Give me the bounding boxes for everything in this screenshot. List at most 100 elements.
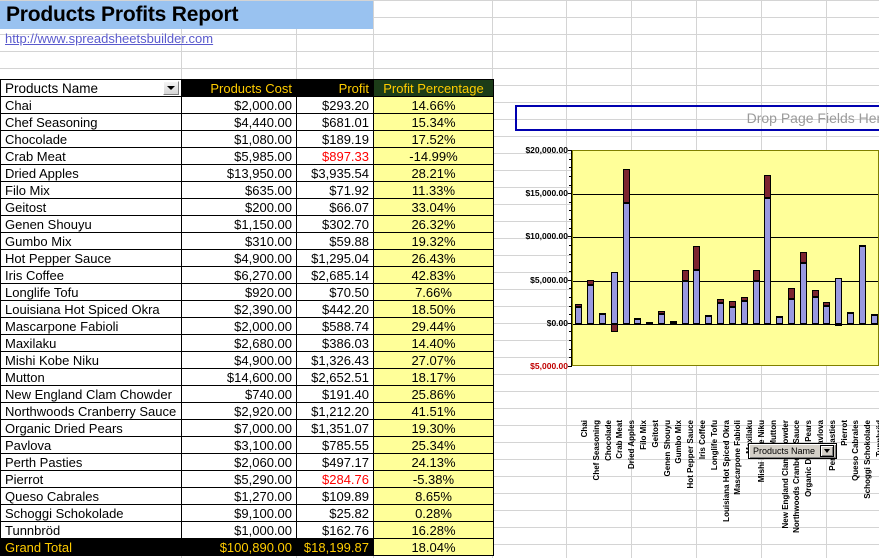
chart-bar-group[interactable] bbox=[811, 151, 819, 365]
column-header-profit[interactable]: Profit bbox=[296, 79, 374, 97]
chart-bar-group[interactable] bbox=[740, 151, 748, 365]
chart-bar-group[interactable] bbox=[728, 151, 736, 365]
table-row: Chef Seasoning $4,440.00 $681.01 15.34% bbox=[0, 113, 494, 131]
table-row: Dried Apples $13,950.00 $3,935.54 28.21% bbox=[0, 164, 494, 182]
cell-product-name: Geitost bbox=[0, 198, 182, 216]
cell-profit: $442.20 bbox=[296, 300, 374, 318]
column-header-profit-percentage[interactable]: Profit Percentage bbox=[373, 79, 494, 97]
chart-bar-group[interactable] bbox=[669, 151, 677, 365]
table-row: Perth Pasties $2,060.00 $497.17 24.13% bbox=[0, 453, 494, 471]
chart-bar-profit bbox=[587, 279, 595, 286]
chart-gridline bbox=[573, 237, 878, 239]
chart-x-tick-label: Schoggi Schokolade bbox=[863, 420, 873, 499]
chart-bar-group[interactable] bbox=[681, 151, 689, 365]
chart-x-tick-label: Chocolade bbox=[603, 420, 613, 461]
chart-bar-group[interactable] bbox=[835, 151, 843, 365]
cell-product-name: Maxilaku bbox=[0, 334, 182, 352]
column-header-products-cost[interactable]: Products Cost bbox=[181, 79, 297, 97]
grand-total-profit: $18,199.87 bbox=[296, 538, 374, 556]
website-link[interactable]: http://www.spreadsheetsbuilder.com bbox=[5, 30, 305, 47]
cell-profit-percentage: 19.30% bbox=[373, 419, 494, 437]
chart-bar-cost bbox=[728, 306, 736, 324]
cell-product-name: Mishi Kobe Niku bbox=[0, 351, 182, 369]
cell-profit: $2,652.51 bbox=[296, 368, 374, 386]
chart-bar-group[interactable] bbox=[858, 151, 866, 365]
table-row: Hot Pepper Sauce $4,900.00 $1,295.04 26.43% bbox=[0, 249, 494, 267]
chart-bar-group[interactable] bbox=[587, 151, 595, 365]
chart-bar-group[interactable] bbox=[634, 151, 642, 365]
cell-profit: $1,295.04 bbox=[296, 249, 374, 267]
table-row: Schoggi Schokolade $9,100.00 $25.82 0.28% bbox=[0, 504, 494, 522]
table-row: Louisiana Hot Spiced Okra $2,390.00 $442.2… bbox=[0, 300, 494, 318]
chart-y-tick-label: $20,000.00 bbox=[525, 145, 568, 155]
cell-profit: $497.17 bbox=[296, 453, 374, 471]
chart-bar-group[interactable] bbox=[693, 151, 701, 365]
cell-product-name: Northwoods Cranberry Sauce bbox=[0, 402, 182, 420]
chart-bar-group[interactable] bbox=[870, 151, 878, 365]
chart-bar-profit bbox=[740, 297, 748, 301]
chart-x-tick-label: Filo Mix bbox=[638, 420, 648, 450]
cell-profit: $1,212.20 bbox=[296, 402, 374, 420]
cell-product-cost: $4,440.00 bbox=[181, 113, 297, 131]
chart-x-tick-label: Louisiana Hot Spiced Okra bbox=[721, 420, 731, 522]
chart-bar-group[interactable] bbox=[646, 151, 654, 365]
chart-x-tick-label: Longlife Tofu bbox=[709, 420, 719, 471]
cell-product-cost: $740.00 bbox=[181, 385, 297, 403]
cell-profit: $25.82 bbox=[296, 504, 374, 522]
chart-bar-profit bbox=[575, 303, 583, 307]
chart-bar-group[interactable] bbox=[610, 151, 618, 365]
chart-bar-cost bbox=[717, 303, 725, 324]
chart-bar-profit bbox=[787, 288, 795, 299]
chart-bar-cost bbox=[587, 285, 595, 324]
table-row: Geitost $200.00 $66.07 33.04% bbox=[0, 198, 494, 216]
chart-bar-group[interactable] bbox=[799, 151, 807, 365]
chart-bar-group[interactable] bbox=[787, 151, 795, 365]
cell-product-cost: $13,950.00 bbox=[181, 164, 297, 182]
cell-profit: $162.76 bbox=[296, 521, 374, 539]
chart-gridline bbox=[573, 323, 878, 325]
chart-bar-profit bbox=[705, 315, 713, 318]
chevron-down-icon[interactable] bbox=[820, 445, 835, 457]
cell-product-name: Organic Dried Pears bbox=[0, 419, 182, 437]
cell-product-name: Louisiana Hot Spiced Okra bbox=[0, 300, 182, 318]
chart-bar-group[interactable] bbox=[752, 151, 760, 365]
cell-profit: $109.89 bbox=[296, 487, 374, 505]
cell-profit: $66.07 bbox=[296, 198, 374, 216]
cell-profit: $785.55 bbox=[296, 436, 374, 454]
chart-bar-cost bbox=[787, 298, 795, 324]
chart-bar-profit bbox=[622, 169, 630, 204]
table-row: Gumbo Mix $310.00 $59.88 19.32% bbox=[0, 232, 494, 250]
chart-field-button-products-name[interactable]: Products Name bbox=[748, 443, 838, 459]
filter-dropdown-button[interactable] bbox=[163, 81, 179, 95]
cell-profit: $3,935.54 bbox=[296, 164, 374, 182]
cell-profit: $302.70 bbox=[296, 215, 374, 233]
chart-x-tick-label: New England Clam Chowder bbox=[780, 420, 790, 529]
chart-bar-group[interactable] bbox=[575, 151, 583, 365]
table-row: Tunnbröd $1,000.00 $162.76 16.28% bbox=[0, 521, 494, 539]
chart-bar-cost bbox=[823, 306, 831, 324]
cell-profit-percentage: 8.65% bbox=[373, 487, 494, 505]
cell-profit: $897.33 bbox=[296, 147, 374, 165]
chart-bar-profit bbox=[693, 246, 701, 270]
chart-bar-group[interactable] bbox=[705, 151, 713, 365]
chart-bar-group[interactable] bbox=[823, 151, 831, 365]
column-header-products-name[interactable]: Products Name bbox=[0, 79, 182, 97]
chart-bar-group[interactable] bbox=[599, 151, 607, 365]
table-row: Pavlova $3,100.00 $785.55 25.34% bbox=[0, 436, 494, 454]
chart-bar-profit bbox=[599, 312, 607, 315]
chart-bar-group[interactable] bbox=[846, 151, 854, 365]
chart-bar-group[interactable] bbox=[622, 151, 630, 365]
spreadsheet-window: Products Profits Report http://www.sprea… bbox=[0, 0, 879, 558]
chart-bar-group[interactable] bbox=[658, 151, 666, 365]
chart-y-tick-label: $5,000.00 bbox=[530, 274, 568, 285]
chart-y-tick-mark bbox=[568, 366, 572, 367]
cell-product-name: Pavlova bbox=[0, 436, 182, 454]
grand-total-label: Grand Total bbox=[0, 538, 182, 556]
cell-profit: $70.50 bbox=[296, 283, 374, 301]
chart-bar-group[interactable] bbox=[717, 151, 725, 365]
chart-bar-group[interactable] bbox=[764, 151, 772, 365]
chart-bar-profit bbox=[752, 270, 760, 282]
grand-total-percentage: 18.04% bbox=[373, 538, 494, 556]
chart-bar-group[interactable] bbox=[776, 151, 784, 365]
cell-product-cost: $2,680.00 bbox=[181, 334, 297, 352]
